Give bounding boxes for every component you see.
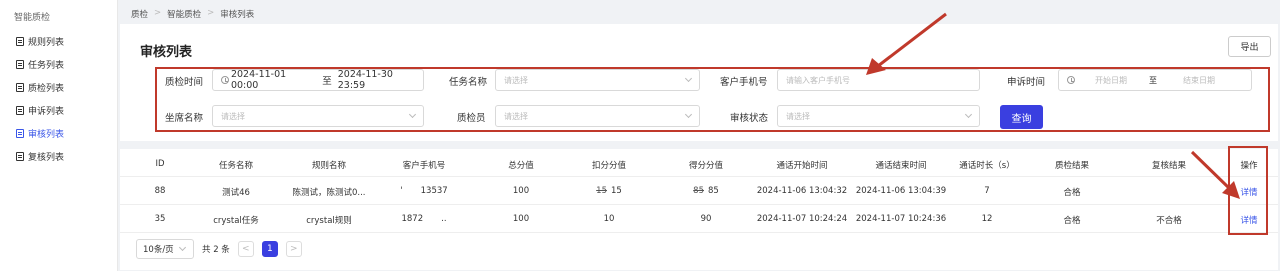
arrow-icon	[1190, 150, 1240, 199]
arrow-icon	[866, 12, 947, 75]
annotation-arrows	[866, 12, 1240, 199]
